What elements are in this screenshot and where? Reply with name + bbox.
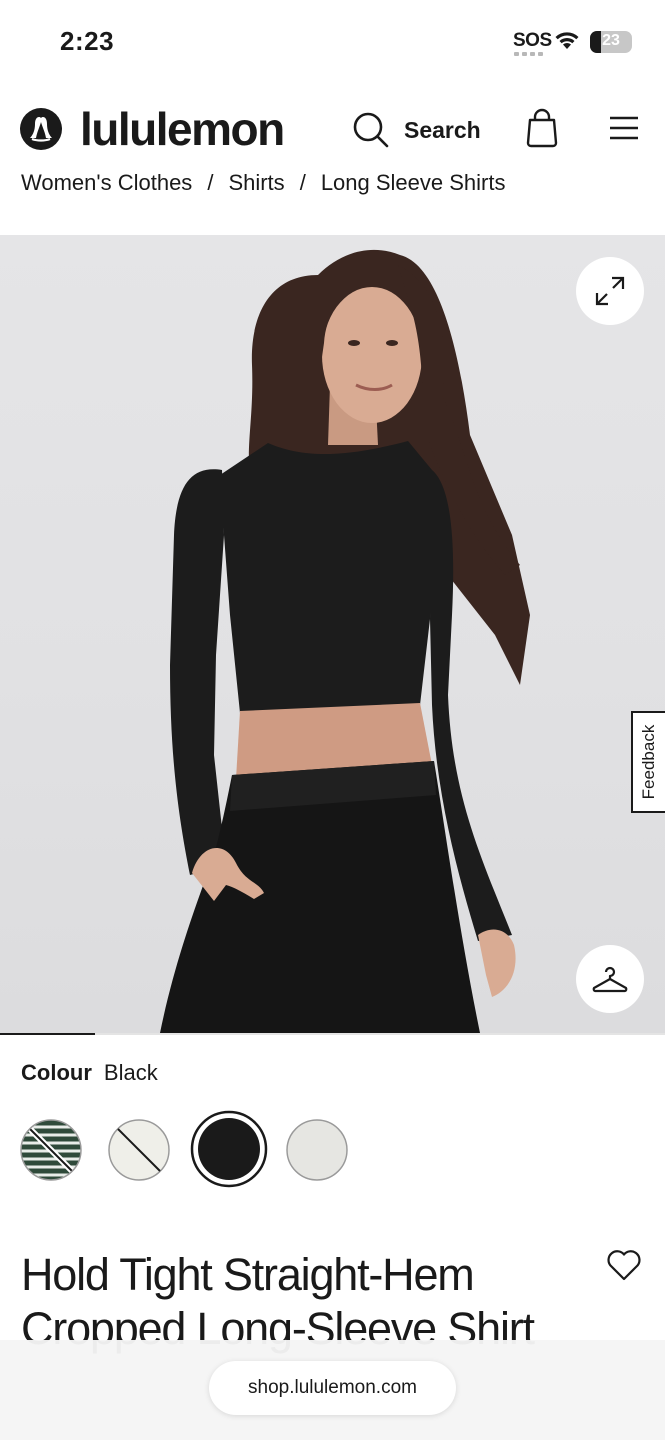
search-icon — [353, 112, 389, 148]
signal-dots-icon — [514, 52, 546, 56]
search-button[interactable]: Search — [352, 108, 481, 152]
browser-address-bar: shop.lululemon.com — [0, 1340, 665, 1440]
expand-image-button[interactable] — [576, 257, 644, 325]
breadcrumb-separator: / — [207, 170, 214, 195]
shopping-bag-icon[interactable] — [524, 108, 560, 148]
breadcrumb: Women's Clothes / Shirts / Long Sleeve S… — [21, 170, 505, 196]
expand-icon — [595, 276, 625, 306]
search-label: Search — [404, 116, 481, 143]
colour-swatches — [0, 1110, 665, 1190]
brand-wordmark[interactable]: lululemon — [80, 102, 285, 156]
product-title-line-1: Hold Tight Straight-Hem — [21, 1249, 475, 1300]
breadcrumb-long-sleeve-shirts[interactable]: Long Sleeve Shirts — [321, 170, 506, 196]
hamburger-menu-icon[interactable] — [608, 114, 640, 142]
status-bar: 2:23 SOS 23 — [0, 0, 665, 80]
breadcrumb-separator: / — [299, 170, 306, 195]
status-time: 2:23 — [60, 26, 115, 56]
breadcrumb-shirts[interactable]: Shirts — [228, 170, 284, 196]
gallery-progress-bar — [0, 1033, 665, 1035]
product-photo — [160, 249, 530, 1033]
site-header: lululemon Search — [0, 80, 665, 180]
breadcrumb-womens-clothes[interactable]: Women's Clothes — [21, 170, 192, 196]
swatch-black-selected[interactable] — [190, 1110, 268, 1188]
feedback-tab[interactable]: Feedback — [631, 711, 665, 813]
swatch-light-grey[interactable] — [286, 1119, 348, 1181]
feedback-label: Feedback — [639, 724, 658, 800]
colour-selected-value: Black — [103, 1060, 158, 1085]
heart-icon[interactable] — [606, 1248, 642, 1282]
url-field[interactable]: shop.lululemon.com — [209, 1361, 456, 1415]
swatch-green-stripe[interactable] — [20, 1119, 82, 1181]
colour-label: Colour — [21, 1060, 92, 1085]
status-carrier: SOS — [513, 30, 552, 51]
swatch-white[interactable] — [108, 1119, 170, 1181]
lululemon-logo-icon[interactable] — [20, 108, 62, 150]
wifi-icon — [555, 32, 579, 49]
gallery-progress-fill — [0, 1033, 96, 1035]
virtual-try-on-button[interactable] — [576, 945, 644, 1013]
hanger-icon — [592, 966, 628, 993]
product-image-gallery[interactable]: Feedback — [0, 235, 665, 1033]
colour-selector-label: Colour Black — [21, 1060, 158, 1086]
battery-level: 23 — [602, 32, 620, 49]
battery-icon: 23 — [590, 31, 632, 53]
